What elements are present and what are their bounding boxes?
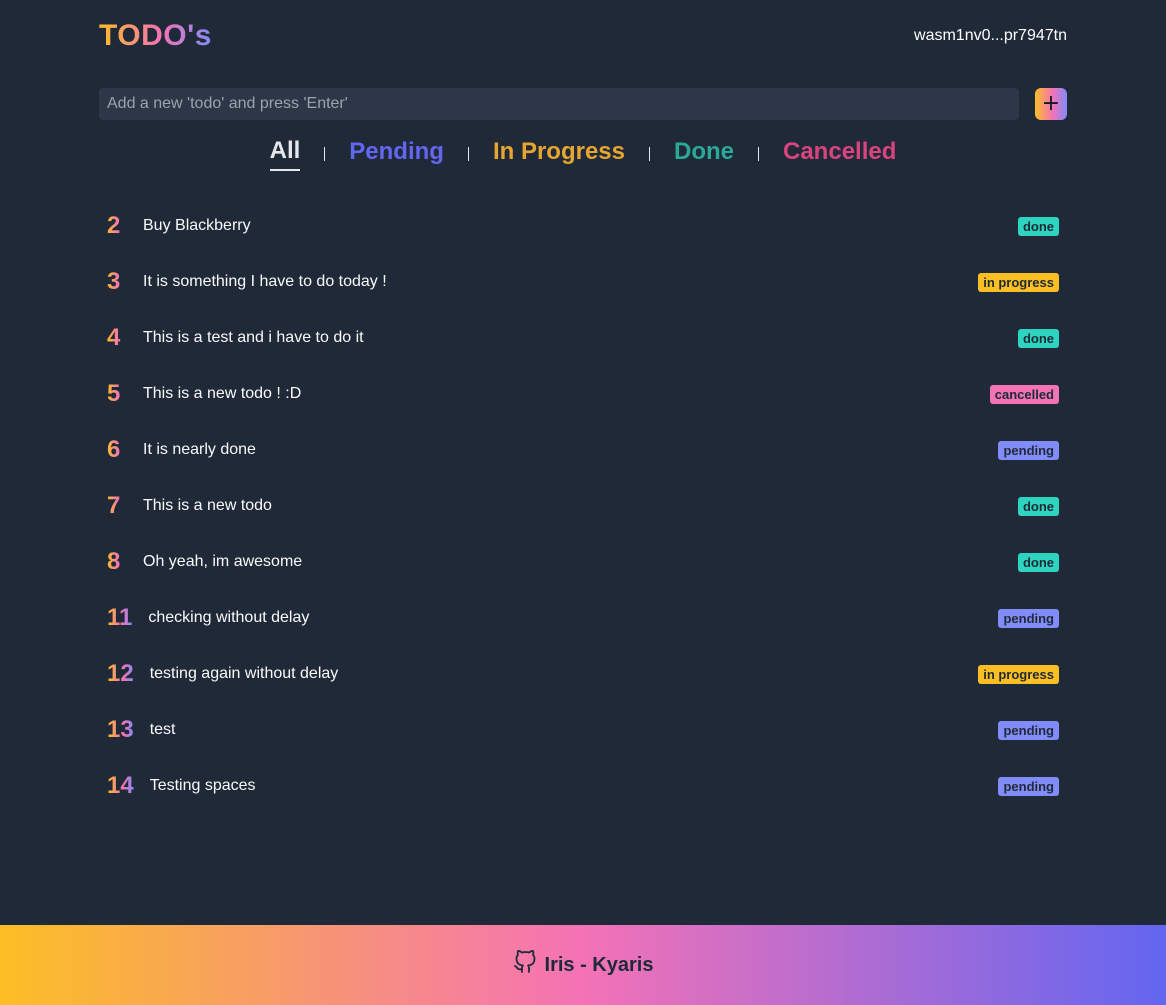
todo-item[interactable]: 11 checking without delay pending [99, 590, 1067, 646]
add-todo-row: + [99, 88, 1067, 120]
todo-item[interactable]: 12 testing again without delay in progre… [99, 646, 1067, 702]
status-badge[interactable]: done [1017, 328, 1059, 348]
app-logo: TODO's [99, 19, 212, 52]
todo-item[interactable]: 4 This is a test and i have to do it don… [99, 310, 1067, 366]
todo-id: 4 [107, 324, 127, 352]
status-badge[interactable]: pending [998, 776, 1059, 796]
todo-id: 5 [107, 380, 127, 408]
status-badge[interactable]: in progress [978, 272, 1059, 292]
todo-text: It is something I have to do today ! [143, 273, 387, 290]
todo-item[interactable]: 13 test pending [99, 702, 1067, 758]
github-icon [513, 950, 545, 980]
todo-id: 8 [107, 548, 127, 576]
filter-pending[interactable]: Pending [349, 138, 444, 170]
todo-id: 12 [107, 660, 134, 687]
todo-text: checking without delay [148, 609, 310, 626]
todo-text: Testing spaces [149, 777, 256, 794]
filter-all[interactable]: All [269, 137, 301, 171]
todo-id: 3 [107, 268, 127, 296]
todo-item[interactable]: 7 This is a new todo done [99, 478, 1067, 534]
todo-list: 2 Buy Blackberry done 3 It is something … [99, 198, 1067, 814]
divider [758, 147, 759, 161]
divider [649, 147, 650, 161]
new-todo-input[interactable] [99, 88, 1019, 120]
status-badge[interactable]: in progress [978, 664, 1059, 684]
filter-done[interactable]: Done [674, 138, 734, 170]
add-todo-button[interactable]: + [1035, 88, 1067, 120]
todo-id: 14 [107, 772, 134, 799]
todo-text: Oh yeah, im awesome [143, 553, 303, 570]
status-badge[interactable]: pending [998, 720, 1059, 740]
todo-text: test [149, 721, 176, 738]
todo-item[interactable]: 8 Oh yeah, im awesome done [99, 534, 1067, 590]
todo-id: 11 [107, 604, 133, 631]
todo-text: This is a test and i have to do it [143, 329, 364, 346]
footer-label: Iris - Kyaris [544, 953, 654, 976]
status-badge[interactable]: cancelled [989, 384, 1059, 404]
todo-id: 13 [107, 716, 134, 743]
divider [467, 147, 469, 161]
status-badge[interactable]: done [1017, 496, 1059, 516]
status-badge[interactable]: pending [998, 440, 1059, 460]
filter-in-progress[interactable]: In Progress [493, 138, 625, 170]
wallet-address[interactable]: wasm1nv0...pr7947tn [914, 27, 1067, 45]
todo-id: 7 [107, 492, 127, 520]
header: TODO's wasm1nv0...pr7947tn [99, 16, 1067, 56]
status-badge[interactable]: done [1017, 552, 1059, 572]
todo-item[interactable]: 5 This is a new todo ! :D cancelled [99, 366, 1067, 422]
todo-text: This is a new todo ! :D [143, 385, 302, 402]
todo-text: It is nearly done [143, 441, 256, 458]
todo-text: Buy Blackberry [143, 217, 251, 234]
filter-cancelled[interactable]: Cancelled [783, 138, 896, 170]
todo-text: This is a new todo [143, 497, 272, 514]
todo-item[interactable]: 3 It is something I have to do today ! i… [99, 254, 1067, 310]
status-filter-tabs: All Pending In Progress Done Cancelled [0, 136, 1166, 172]
todo-item[interactable]: 6 It is nearly done pending [99, 422, 1067, 478]
status-badge[interactable]: done [1017, 216, 1059, 236]
todo-item[interactable]: 2 Buy Blackberry done [99, 198, 1067, 254]
status-badge[interactable]: pending [998, 608, 1059, 628]
todo-id: 2 [107, 212, 127, 240]
divider [324, 147, 326, 161]
footer: Iris - Kyaris [0, 925, 1166, 1005]
todo-text: testing again without delay [149, 665, 339, 682]
todo-item[interactable]: 14 Testing spaces pending [99, 758, 1067, 814]
github-link[interactable]: Iris - Kyaris [513, 950, 654, 980]
todo-id: 6 [107, 436, 127, 464]
